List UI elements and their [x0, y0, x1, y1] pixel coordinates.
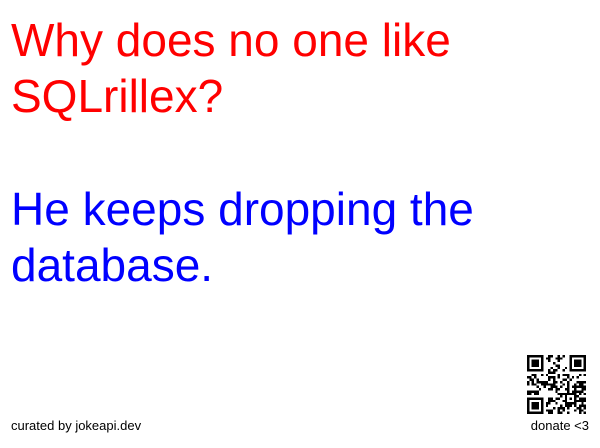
donate-link[interactable]: donate <3 [531, 418, 589, 434]
joke-card: Why does no one like SQLrillex? He keeps … [0, 0, 600, 448]
joke-delivery: He keeps dropping the database. [11, 183, 474, 291]
credit-text: curated by jokeapi.dev [11, 418, 142, 433]
joke-setup: Why does no one like SQLrillex? [11, 14, 451, 122]
qr-code-icon[interactable] [527, 355, 586, 414]
